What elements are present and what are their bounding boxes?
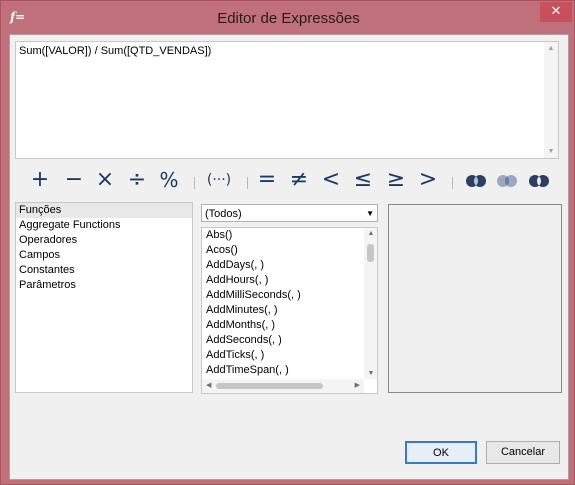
divide-button[interactable]: ÷ bbox=[127, 165, 147, 195]
window-title: Editor de Expressões bbox=[217, 10, 360, 27]
filter-dropdown[interactable]: (Todos) ▼ bbox=[201, 204, 378, 222]
scroll-down-icon[interactable]: ▼ bbox=[364, 370, 377, 377]
equal-button[interactable]: = bbox=[256, 165, 278, 195]
filter-value: (Todos) bbox=[205, 208, 242, 220]
modulo-button[interactable]: % bbox=[158, 165, 180, 195]
operator-toolbar: + − × ÷ % (···) = ≠ < ≤ ≥ > bbox=[24, 165, 564, 197]
list-item[interactable]: Abs() bbox=[202, 228, 377, 243]
list-item[interactable]: AddHours(, ) bbox=[202, 273, 377, 288]
category-item-funcoes[interactable]: Funções bbox=[16, 203, 192, 218]
greater-or-equal-button[interactable]: ≥ bbox=[385, 165, 407, 195]
scroll-right-icon[interactable]: ▶ bbox=[355, 379, 360, 393]
category-item-aggregate-functions[interactable]: Aggregate Functions bbox=[16, 218, 192, 233]
list-item[interactable]: AddDays(, ) bbox=[202, 258, 377, 273]
scroll-thumb[interactable] bbox=[367, 244, 374, 262]
scroll-down-icon[interactable]: ▼ bbox=[544, 148, 558, 155]
close-button[interactable]: ✕ bbox=[540, 2, 572, 22]
not-operator-icon[interactable] bbox=[528, 174, 550, 188]
description-panel bbox=[388, 204, 562, 393]
expression-editor[interactable]: Sum([VALOR]) / Sum([QTD_VENDAS]) ▲ ▼ bbox=[15, 41, 559, 159]
chevron-down-icon[interactable]: ▼ bbox=[366, 205, 374, 223]
category-list[interactable]: Funções Aggregate Functions Operadores C… bbox=[15, 202, 193, 393]
separator bbox=[247, 177, 248, 189]
multiply-button[interactable]: × bbox=[95, 165, 115, 195]
scroll-up-icon[interactable]: ▲ bbox=[364, 230, 377, 237]
separator bbox=[452, 177, 453, 189]
category-item-operadores[interactable]: Operadores bbox=[16, 233, 192, 248]
function-list-vertical-scrollbar[interactable]: ▲ ▼ bbox=[364, 228, 377, 379]
list-item[interactable]: AddTicks(, ) bbox=[202, 348, 377, 363]
expression-text[interactable]: Sum([VALOR]) / Sum([QTD_VENDAS]) bbox=[19, 45, 211, 57]
list-item[interactable]: AddMinutes(, ) bbox=[202, 303, 377, 318]
list-item[interactable]: AddTimeSpan(, ) bbox=[202, 363, 377, 378]
greater-than-button[interactable]: > bbox=[417, 165, 439, 195]
list-item[interactable]: AddMonths(, ) bbox=[202, 318, 377, 333]
list-item[interactable]: Acos() bbox=[202, 243, 377, 258]
scroll-left-icon[interactable]: ◀ bbox=[206, 379, 211, 393]
less-or-equal-button[interactable]: ≤ bbox=[352, 165, 374, 195]
minus-button[interactable]: − bbox=[64, 165, 84, 195]
list-item[interactable]: AddSeconds(, ) bbox=[202, 333, 377, 348]
function-list[interactable]: Abs() Acos() AddDays(, ) AddHours(, ) Ad… bbox=[201, 227, 378, 394]
category-item-constantes[interactable]: Constantes bbox=[16, 263, 192, 278]
editor-scrollbar[interactable]: ▲ ▼ bbox=[544, 42, 558, 158]
title-bar[interactable]: f= Editor de Expressões ✕ bbox=[1, 1, 574, 34]
category-item-campos[interactable]: Campos bbox=[16, 248, 192, 263]
dialog-client: Sum([VALOR]) / Sum([QTD_VENDAS]) ▲ ▼ + −… bbox=[9, 34, 569, 480]
scroll-up-icon[interactable]: ▲ bbox=[544, 45, 558, 52]
function-list-horizontal-scrollbar[interactable]: ◀ ▶ bbox=[202, 379, 364, 393]
separator bbox=[194, 177, 195, 189]
category-item-parametros[interactable]: Parâmetros bbox=[16, 278, 192, 293]
scroll-thumb[interactable] bbox=[216, 383, 323, 389]
expression-editor-window: f= Editor de Expressões ✕ Sum([VALOR]) /… bbox=[0, 0, 575, 485]
less-than-button[interactable]: < bbox=[320, 165, 342, 195]
list-item[interactable]: AddMilliSeconds(, ) bbox=[202, 288, 377, 303]
cancel-button[interactable]: Cancelar bbox=[486, 441, 560, 464]
ok-button[interactable]: OK bbox=[405, 441, 477, 464]
parentheses-button[interactable]: (···) bbox=[204, 165, 234, 195]
or-operator-icon[interactable] bbox=[496, 174, 518, 188]
plus-button[interactable]: + bbox=[30, 165, 50, 195]
not-equal-button[interactable]: ≠ bbox=[288, 165, 310, 195]
and-operator-icon[interactable] bbox=[465, 174, 487, 188]
